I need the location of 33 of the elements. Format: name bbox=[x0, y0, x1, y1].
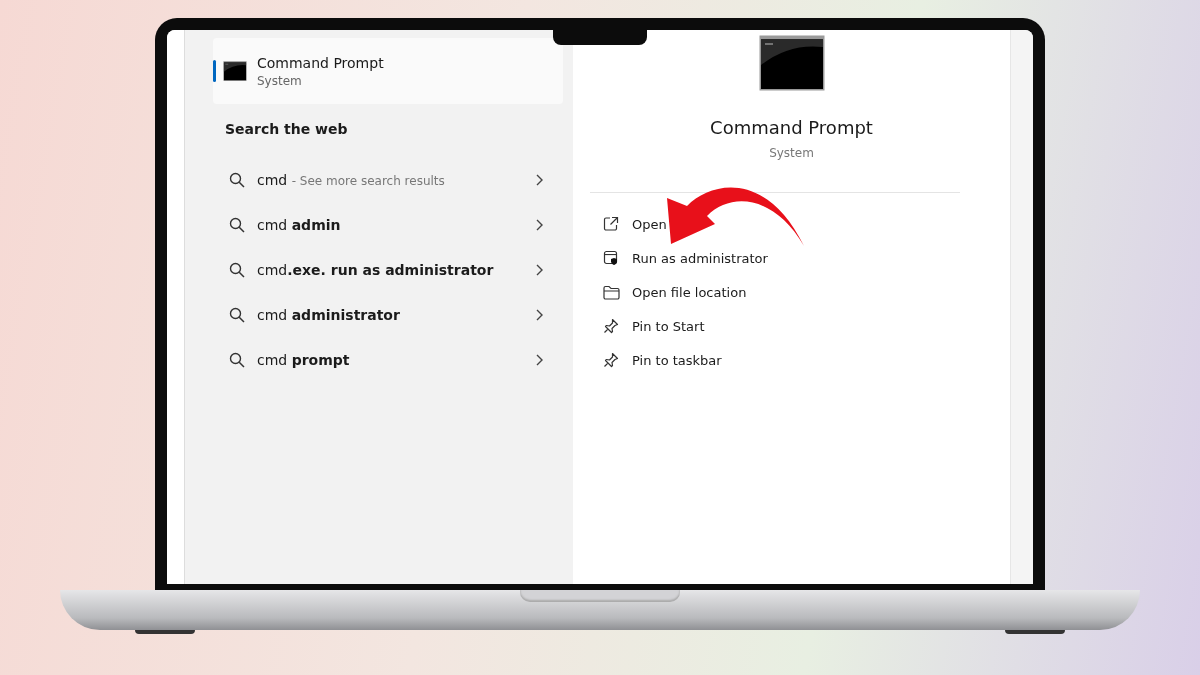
pin-icon bbox=[603, 352, 619, 368]
search-icon bbox=[229, 216, 245, 233]
chevron-right-icon bbox=[535, 308, 543, 321]
external-link-icon bbox=[603, 216, 619, 232]
terminal-icon bbox=[223, 61, 247, 81]
terminal-icon bbox=[758, 35, 825, 91]
section-heading: Search the web bbox=[225, 121, 349, 137]
chevron-right-icon bbox=[535, 263, 543, 276]
search-icon bbox=[229, 261, 245, 278]
shield-window-icon bbox=[603, 250, 619, 266]
action-item[interactable]: Open file location bbox=[573, 275, 1010, 309]
action-item[interactable]: Open bbox=[573, 207, 1010, 241]
pin-icon bbox=[603, 318, 619, 334]
web-search-result[interactable]: cmd administrator bbox=[215, 292, 563, 337]
app-category: System bbox=[769, 146, 814, 160]
chevron-right-icon bbox=[535, 353, 543, 366]
web-search-result[interactable]: cmd - See more search results bbox=[215, 157, 563, 202]
chevron-right-icon bbox=[535, 173, 543, 186]
app-category: System bbox=[257, 73, 303, 88]
action-item[interactable]: Pin to taskbar bbox=[573, 343, 1010, 377]
action-item[interactable]: Pin to Start bbox=[573, 309, 1010, 343]
web-search-result[interactable]: cmd.exe. run as administrator bbox=[215, 247, 563, 292]
best-match-item[interactable]: Command Prompt System bbox=[213, 38, 563, 104]
search-icon bbox=[229, 351, 245, 368]
search-icon bbox=[229, 306, 245, 323]
app-title: Command Prompt bbox=[257, 54, 384, 71]
web-search-result[interactable]: cmd admin bbox=[215, 202, 563, 247]
chevron-right-icon bbox=[535, 218, 543, 231]
web-search-result[interactable]: cmd prompt bbox=[215, 337, 563, 382]
app-title: Command Prompt bbox=[710, 117, 873, 138]
action-item[interactable]: Run as administrator bbox=[573, 241, 1010, 275]
folder-icon bbox=[602, 284, 620, 300]
search-icon bbox=[229, 171, 245, 188]
